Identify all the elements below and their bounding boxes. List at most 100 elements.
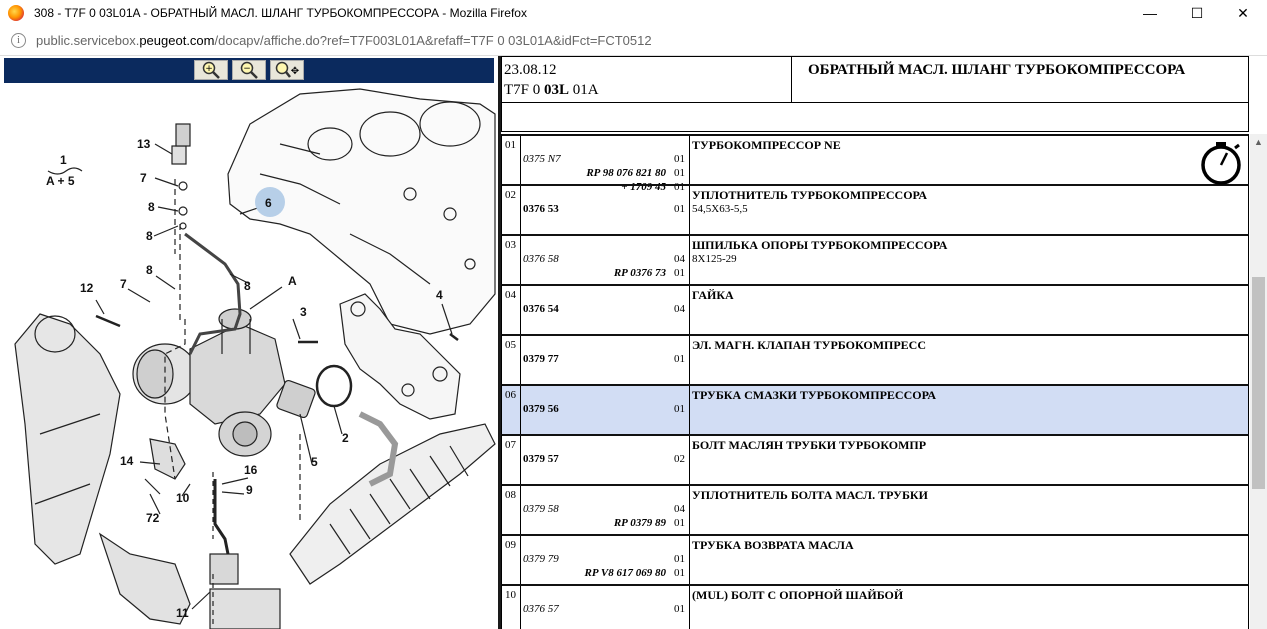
replacement-part-number[interactable]: RP 98 076 821 80 <box>586 167 666 179</box>
scrollbar-thumb[interactable] <box>1252 277 1265 489</box>
zoom-fit-button[interactable]: ✥ <box>270 60 304 80</box>
diagram-label-8: 8 <box>244 279 251 293</box>
diagram-label-a5: A + 5 <box>46 174 75 188</box>
address-bar[interactable]: i public.servicebox.peugeot.com/docapv/a… <box>0 26 1267 56</box>
diagram-label-8: 8 <box>146 263 153 277</box>
part-description: ТРУБКА ВОЗВРАТА МАСЛА <box>692 538 854 552</box>
part-quantity: 01 <box>674 403 685 415</box>
part-description: (MUL) БОЛТ С ОПОРНОЙ ШАЙБОЙ <box>692 588 904 602</box>
parts-panel: 23.08.12 T7F 0 03L 01A ОБРАТНЫЙ МАСЛ. ШЛ… <box>501 56 1267 629</box>
part-spec: 54,5X63-5,5 <box>692 203 748 215</box>
replacement-quantity: 01 <box>674 167 685 179</box>
stopwatch-icon[interactable] <box>1199 140 1245 186</box>
column-divider <box>689 286 690 334</box>
scroll-up-arrow-icon[interactable]: ▲ <box>1250 134 1267 151</box>
diagram-label-13: 13 <box>137 137 151 151</box>
zoom-in-button[interactable]: + <box>194 60 228 80</box>
diagram-label-16: 16 <box>244 463 258 477</box>
parts-row-03[interactable]: 03 0376 58 04 RP 0376 73 01 ШПИЛЬКА ОПОРЫ ТУР… <box>501 234 1249 284</box>
replacement-quantity: 01 <box>674 567 685 579</box>
part-quantity: 04 <box>674 503 685 515</box>
parts-row-06[interactable]: 06 0379 56 01 ТРУБКА СМАЗКИ ТУРБОКОМПРЕССОР… <box>501 384 1249 434</box>
part-number[interactable]: 0376 53 <box>523 203 559 215</box>
row-number: 06 <box>505 389 516 401</box>
zoom-fit-icon: ✥ <box>275 61 299 78</box>
maximize-button[interactable]: ☐ <box>1174 0 1220 26</box>
column-divider <box>520 286 521 334</box>
zoom-out-icon: − <box>240 61 258 79</box>
column-divider <box>689 186 690 234</box>
document-reference: T7F 0 03L 01A <box>504 82 599 99</box>
document-title: ОБРАТНЫЙ МАСЛ. ШЛАНГ ТУРБОКОМПРЕССОРА <box>808 62 1186 78</box>
diagram-label-4: 4 <box>436 288 443 302</box>
column-divider <box>689 586 690 629</box>
header-divider <box>791 57 792 103</box>
diagram-label-12: 12 <box>80 281 94 295</box>
parts-row-09[interactable]: 09 0379 79 01 RP V8 617 069 80 01 ТРУБКА ВОЗВ… <box>501 534 1249 584</box>
svg-text:−: − <box>243 64 251 74</box>
ref-part-a: T7F 0 <box>504 82 545 98</box>
part-number[interactable]: 0376 57 <box>523 603 559 615</box>
column-divider <box>520 236 521 284</box>
part-number[interactable]: 0379 77 <box>523 353 559 365</box>
column-divider <box>520 136 521 184</box>
column-divider <box>689 436 690 484</box>
column-divider <box>689 236 690 284</box>
parts-row-04[interactable]: 04 0376 54 04 ГАЙКА <box>501 284 1249 334</box>
replacement-quantity: 01 <box>674 517 685 529</box>
part-quantity: 01 <box>674 553 685 565</box>
ref-part-c: 01A <box>569 82 599 98</box>
diagram-label-a: A <box>288 274 297 288</box>
document-header: 23.08.12 T7F 0 03L 01A ОБРАТНЫЙ МАСЛ. ШЛ… <box>501 56 1249 103</box>
part-number[interactable]: 0375 N7 <box>523 153 561 165</box>
part-number[interactable]: 0379 79 <box>523 553 559 565</box>
diagram-label-7: 7 <box>120 277 127 291</box>
diagram-label-5: 5 <box>311 455 318 469</box>
column-divider <box>520 586 521 629</box>
window-titlebar: 308 - T7F 0 03L01A - ОБРАТНЫЙ МАСЛ. ШЛАН… <box>0 0 1267 26</box>
parts-row-02[interactable]: 02 0376 53 01 УПЛОТНИТЕЛЬ ТУРБОКОМПРЕССОРА 5… <box>501 184 1249 234</box>
part-number[interactable]: 0376 54 <box>523 303 559 315</box>
zoom-toolbar: + − ✥ <box>4 58 494 83</box>
document-date: 23.08.12 <box>504 62 557 78</box>
parts-row-07[interactable]: 07 0379 57 02 БОЛТ МАСЛЯН ТРУБКИ ТУРБОКОМПР <box>501 434 1249 484</box>
replacement-part-number[interactable]: RP V8 617 069 80 <box>585 567 667 579</box>
part-quantity: 01 <box>674 603 685 615</box>
diagram-panel: + − ✥ 13 7 8 8 6 1 A + 5 8 7 8 A 12 3 4 … <box>0 56 498 629</box>
diagram-label-1: 1 <box>60 153 67 167</box>
part-number[interactable]: 0379 56 <box>523 403 559 415</box>
part-quantity: 04 <box>674 253 685 265</box>
diagram-label-14: 14 <box>120 454 134 468</box>
part-number[interactable]: 0379 57 <box>523 453 559 465</box>
diagram-label-72: 72 <box>146 511 160 525</box>
url-suffix: /docapv/affiche.do?ref=T7F003L01A&refaff… <box>214 33 652 48</box>
zoom-in-icon: + <box>202 61 220 79</box>
part-description: ТРУБКА СМАЗКИ ТУРБОКОМПРЕССОРА <box>692 388 937 402</box>
row-number: 03 <box>505 239 516 251</box>
part-quantity: 01 <box>674 153 685 165</box>
close-button[interactable]: ✕ <box>1220 0 1266 26</box>
diagram-label-2: 2 <box>342 431 349 445</box>
diagram-label-9: 9 <box>246 483 253 497</box>
parts-row-10[interactable]: 10 0376 57 01 (MUL) БОЛТ С ОПОРНОЙ ШАЙБОЙ <box>501 584 1249 629</box>
replacement-part-number[interactable]: RP 0376 73 <box>614 267 666 279</box>
column-divider <box>689 486 690 534</box>
vertical-scrollbar[interactable]: ▲ <box>1250 134 1267 629</box>
zoom-out-button[interactable]: − <box>232 60 266 80</box>
column-divider <box>520 536 521 584</box>
parts-row-08[interactable]: 08 0379 58 04 RP 0379 89 01 УПЛОТНИТЕЛЬ БОЛТА… <box>501 484 1249 534</box>
row-number: 08 <box>505 489 516 501</box>
header-spacer-row <box>501 102 1249 132</box>
column-divider <box>689 536 690 584</box>
part-number[interactable]: 0379 58 <box>523 503 559 515</box>
parts-row-05[interactable]: 05 0379 77 01 ЭЛ. МАГН. КЛАПАН ТУРБОКОМПРЕС… <box>501 334 1249 384</box>
url-text[interactable]: public.servicebox.peugeot.com/docapv/aff… <box>36 33 652 48</box>
svg-text:✥: ✥ <box>291 66 299 77</box>
part-number[interactable]: 0376 58 <box>523 253 559 265</box>
parts-row-01[interactable]: 01 0375 N7 01 RP 98 076 821 80 01 + 1709 45 01… <box>501 134 1249 193</box>
minimize-button[interactable]: — <box>1127 0 1173 26</box>
replacement-part-number[interactable]: RP 0379 89 <box>614 517 666 529</box>
info-icon[interactable]: i <box>11 33 26 48</box>
diagram-label-7: 7 <box>140 171 147 185</box>
diagram-label-8: 8 <box>148 200 155 214</box>
